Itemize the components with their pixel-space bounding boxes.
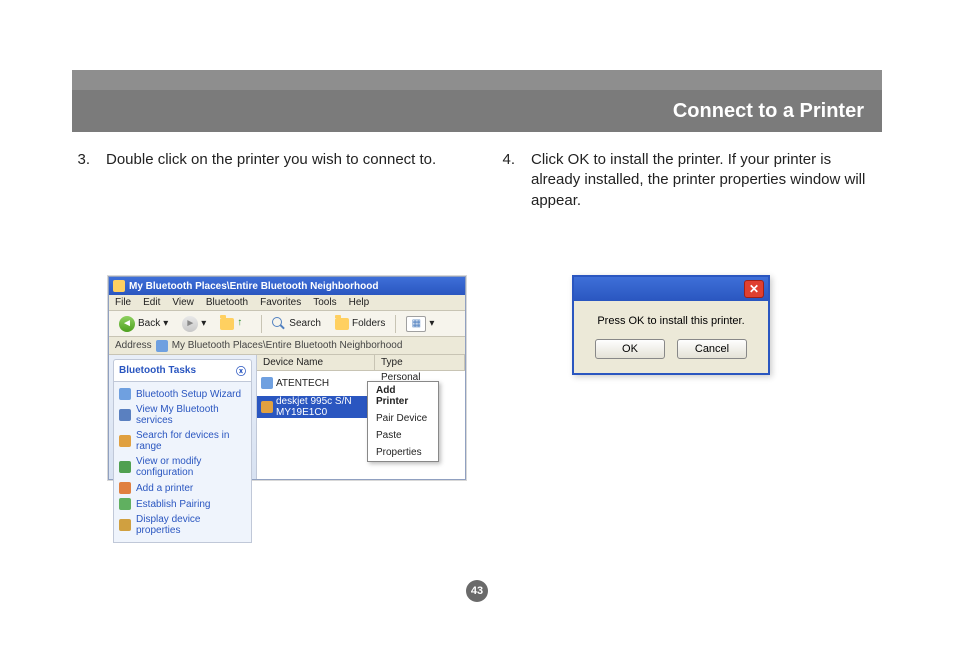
ok-button[interactable]: OK [595, 339, 665, 359]
task-add-printer[interactable]: Add a printer [119, 480, 246, 496]
content-area: 3. Double click on the printer you wish … [72, 150, 882, 271]
separator [261, 315, 262, 333]
column-header-name[interactable]: Device Name [257, 355, 375, 370]
task-search-devices[interactable]: Search for devices in range [119, 428, 246, 454]
task-label: Display device properties [136, 514, 246, 536]
page-number-badge: 43 [0, 580, 954, 602]
wizard-icon [119, 388, 131, 400]
column-header-type[interactable]: Type [375, 355, 465, 370]
menu-favorites[interactable]: Favorites [260, 297, 301, 308]
separator [395, 315, 396, 333]
close-button[interactable]: ✕ [744, 280, 764, 298]
forward-icon: ► [182, 316, 198, 332]
folder-up-icon [220, 318, 234, 330]
task-device-properties[interactable]: Display device properties [119, 512, 246, 538]
step-text: Click OK to install the printer. If your… [531, 150, 882, 211]
tasks-title: Bluetooth Tasks [119, 365, 196, 376]
dropdown-icon: ▾ [429, 318, 434, 329]
task-label: View or modify configuration [136, 456, 246, 478]
task-view-services[interactable]: View My Bluetooth services [119, 402, 246, 428]
address-icon [156, 340, 168, 352]
menu-properties[interactable]: Properties [368, 444, 438, 461]
address-value[interactable]: My Bluetooth Places\Entire Bluetooth Nei… [172, 340, 403, 351]
device-name: ATENTECH [276, 378, 329, 389]
printer-icon [119, 482, 131, 494]
step-number: 4. [497, 150, 515, 211]
dialog-buttons: OK Cancel [574, 333, 768, 373]
address-label: Address [115, 340, 152, 351]
menu-view[interactable]: View [172, 297, 194, 308]
folders-button[interactable]: Folders [331, 316, 389, 332]
context-menu: Add Printer Pair Device Paste Properties [367, 381, 439, 462]
dialog-titlebar[interactable]: ✕ [574, 277, 768, 301]
explorer-body: Bluetooth Tasks ⓧ Bluetooth Setup Wizard… [109, 355, 465, 479]
back-label: Back [138, 318, 160, 329]
menu-paste[interactable]: Paste [368, 427, 438, 444]
window-title: My Bluetooth Places\Entire Bluetooth Nei… [129, 281, 378, 292]
menu-pair-device[interactable]: Pair Device [368, 410, 438, 427]
search-icon [119, 435, 131, 447]
task-label: Add a printer [136, 483, 193, 494]
properties-icon [119, 519, 131, 531]
list-header: Device Name Type [257, 355, 465, 371]
folders-label: Folders [352, 318, 385, 329]
task-label: View My Bluetooth services [136, 404, 246, 426]
task-setup-wizard[interactable]: Bluetooth Setup Wizard [119, 386, 246, 402]
device-name: deskjet 995c S/N MY19E1C0 [276, 396, 375, 418]
task-label: Establish Pairing [136, 499, 210, 510]
tasks-header[interactable]: Bluetooth Tasks ⓧ [113, 359, 252, 382]
menu-bluetooth[interactable]: Bluetooth [206, 297, 248, 308]
explorer-window: My Bluetooth Places\Entire Bluetooth Nei… [108, 276, 466, 480]
dropdown-icon: ▾ [163, 318, 168, 329]
task-label: Search for devices in range [136, 430, 246, 452]
step-text: Double click on the printer you wish to … [106, 150, 457, 170]
toolbar: ◄ Back ▾ ► ▾ ↑ Search Folders ▦ ▾ [109, 311, 465, 337]
views-icon: ▦ [406, 316, 426, 332]
cancel-button[interactable]: Cancel [677, 339, 747, 359]
device-list-pane: Device Name Type ATENTECH Personal Compu… [257, 355, 465, 479]
right-column: 4. Click OK to install the printer. If y… [497, 150, 882, 271]
menu-edit[interactable]: Edit [143, 297, 160, 308]
dropdown-icon: ▾ [201, 318, 206, 329]
install-printer-dialog: ✕ Press OK to install this printer. OK C… [572, 275, 770, 375]
menu-tools[interactable]: Tools [313, 297, 336, 308]
printer-icon [261, 401, 273, 413]
tasks-list: Bluetooth Setup Wizard View My Bluetooth… [113, 382, 252, 543]
forward-button[interactable]: ► ▾ [178, 314, 210, 334]
back-icon: ◄ [119, 316, 135, 332]
gear-icon [119, 461, 131, 473]
task-modify-config[interactable]: View or modify configuration [119, 454, 246, 480]
menu-help[interactable]: Help [349, 297, 370, 308]
header-strip: Connect to a Printer [72, 90, 882, 132]
search-button[interactable]: Search [268, 315, 325, 333]
task-establish-pairing[interactable]: Establish Pairing [119, 496, 246, 512]
left-column: 3. Double click on the printer you wish … [72, 150, 457, 271]
menu-add-printer[interactable]: Add Printer [368, 382, 438, 410]
search-label: Search [289, 318, 321, 329]
tasks-pane: Bluetooth Tasks ⓧ Bluetooth Setup Wizard… [109, 355, 257, 479]
step-number: 3. [72, 150, 90, 170]
dialog-message: Press OK to install this printer. [574, 301, 768, 333]
page-number: 43 [466, 580, 488, 602]
step-4: 4. Click OK to install the printer. If y… [497, 150, 882, 211]
window-titlebar[interactable]: My Bluetooth Places\Entire Bluetooth Nei… [109, 277, 465, 295]
folder-icon [335, 318, 349, 330]
services-icon [119, 409, 131, 421]
collapse-icon: ⓧ [236, 363, 246, 378]
menu-file[interactable]: File [115, 297, 131, 308]
up-arrow-icon: ↑ [237, 317, 251, 331]
task-label: Bluetooth Setup Wizard [136, 389, 241, 400]
pairing-icon [119, 498, 131, 510]
menu-bar: File Edit View Bluetooth Favorites Tools… [109, 295, 465, 311]
page-title: Connect to a Printer [673, 100, 864, 123]
close-icon: ✕ [749, 282, 759, 296]
up-button[interactable]: ↑ [216, 315, 255, 333]
address-bar: Address My Bluetooth Places\Entire Bluet… [109, 337, 465, 355]
window-icon [113, 280, 125, 292]
computer-icon [261, 377, 273, 389]
step-3: 3. Double click on the printer you wish … [72, 150, 457, 170]
back-button[interactable]: ◄ Back ▾ [115, 314, 172, 334]
views-button[interactable]: ▦ ▾ [402, 314, 438, 334]
search-icon [272, 317, 286, 331]
